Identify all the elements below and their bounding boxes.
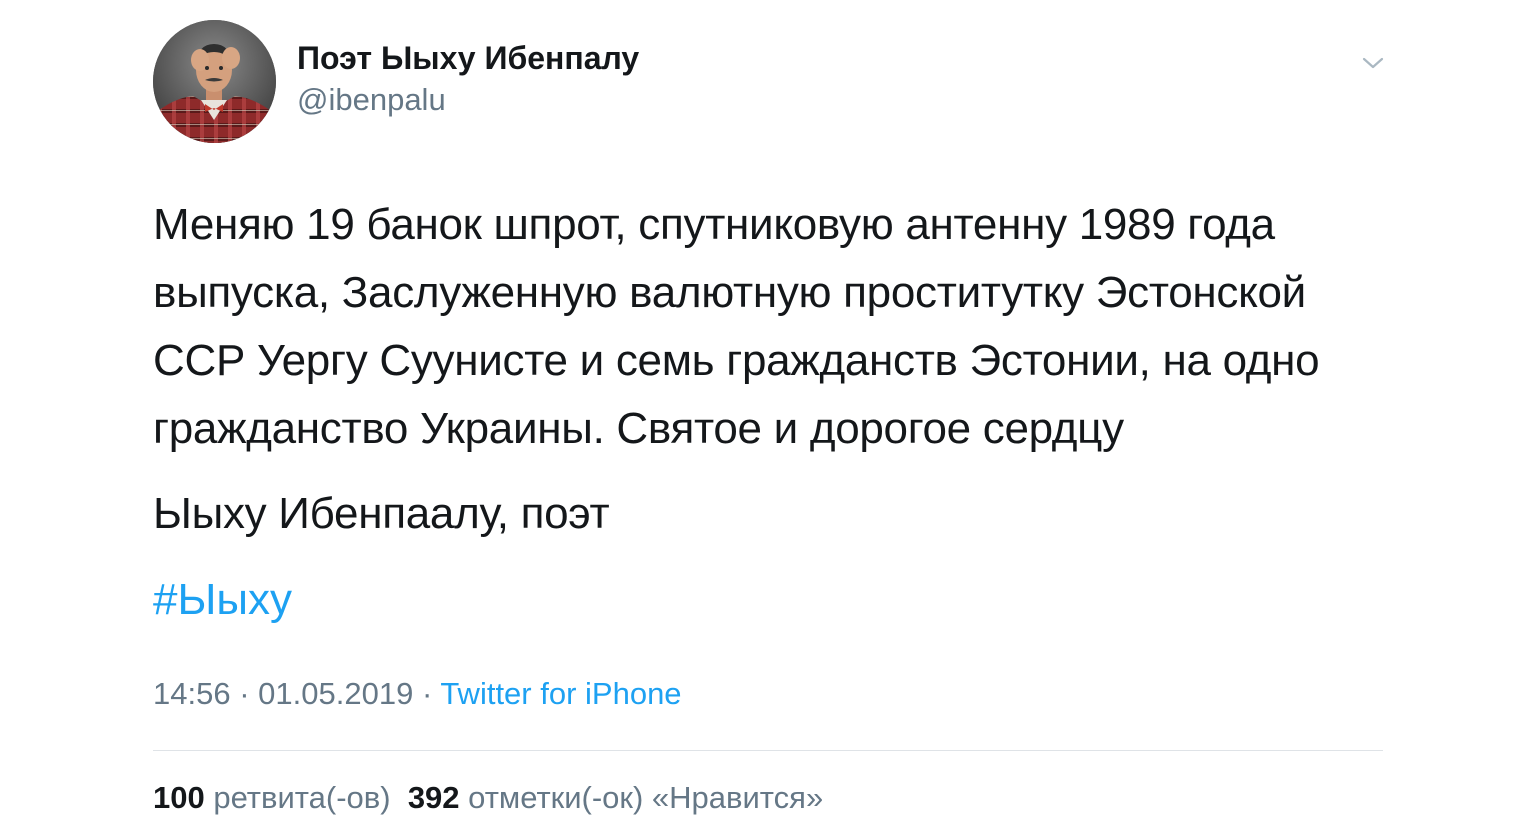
tweet-menu-button[interactable] — [1356, 48, 1390, 78]
chevron-down-icon — [1362, 57, 1384, 69]
retweets-label: ретвита(-ов) — [213, 780, 391, 815]
tweet-date[interactable]: 01.05.2019 — [258, 676, 413, 711]
retweets-count: 100 — [153, 780, 205, 815]
tweet-signature: Ыыху Ибенпаалу, поэт — [153, 489, 610, 538]
likes-stat[interactable]: 392 отметки(-ок) «Нравится» — [408, 780, 823, 815]
likes-label: отметки(-ок) «Нравится» — [468, 780, 824, 815]
divider — [153, 750, 1383, 751]
tweet-time[interactable]: 14:56 — [153, 676, 231, 711]
author-avatar[interactable] — [153, 20, 276, 143]
tweet-meta: 14:56 · 01.05.2019 · Twitter for iPhone — [153, 672, 682, 716]
tweet-stats: 100 ретвита(-ов) 392 отметки(-ок) «Нрави… — [153, 776, 823, 820]
retweets-stat[interactable]: 100 ретвита(-ов) — [153, 780, 391, 815]
user-avatar-photo-icon — [153, 20, 276, 143]
meta-separator: · — [239, 676, 250, 711]
meta-separator: · — [421, 676, 433, 711]
author-handle[interactable]: @ibenpalu — [297, 82, 446, 118]
likes-count: 392 — [407, 780, 460, 815]
tweet-text: Меняю 19 банок шпрот, спутниковую антенн… — [153, 200, 1320, 453]
tweet-source-link[interactable]: Twitter for iPhone — [440, 676, 681, 711]
author-name[interactable]: Поэт Ыыху Ибенпалу — [297, 40, 639, 77]
hashtag-link[interactable]: #Ыыху — [153, 566, 292, 634]
